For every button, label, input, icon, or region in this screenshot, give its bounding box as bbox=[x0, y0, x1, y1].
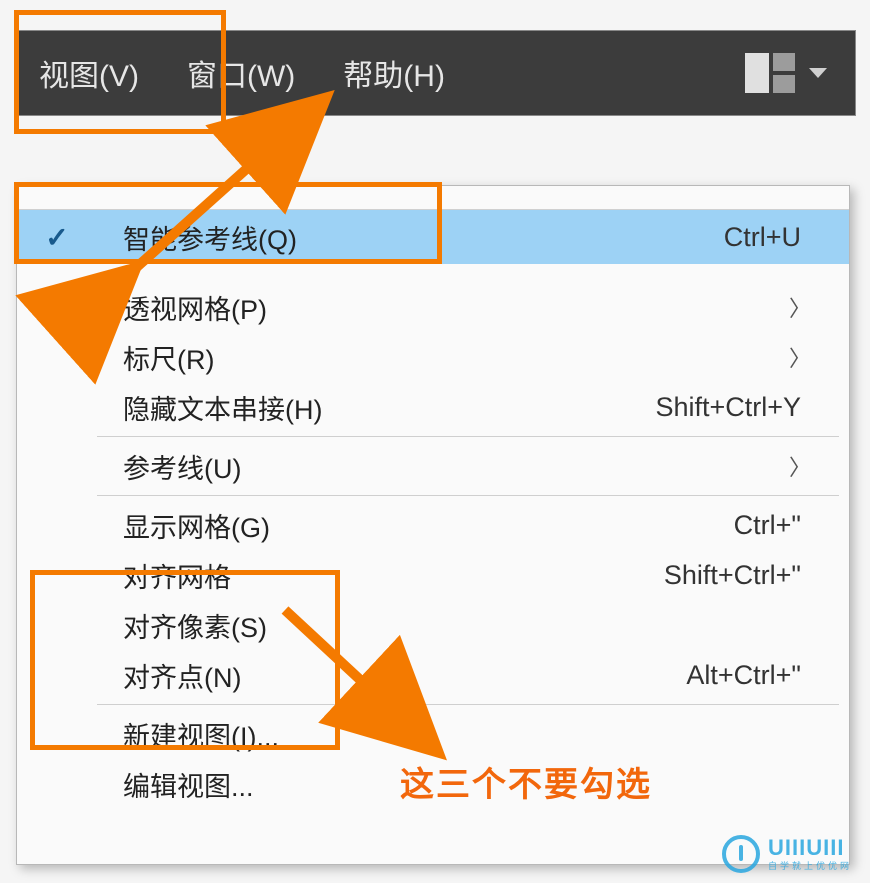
menu-item-snap-to-point[interactable]: 对齐点(N) Alt+Ctrl+" bbox=[17, 650, 849, 700]
check-icon: ✓ bbox=[45, 221, 68, 254]
watermark-text: UIIIUIII bbox=[768, 837, 852, 859]
menu-item-hide-text-threads[interactable]: 隐藏文本串接(H) Shift+Ctrl+Y bbox=[17, 382, 849, 432]
menu-view[interactable]: 视图(V) bbox=[15, 35, 163, 111]
layout-switcher[interactable] bbox=[745, 53, 855, 93]
menu-item-perspective-grid[interactable]: 透视网格(P) 〉 bbox=[17, 282, 849, 332]
submenu-arrow-icon: 〉 bbox=[779, 341, 811, 373]
menu-item-new-view[interactable]: 新建视图(I)... bbox=[17, 709, 849, 759]
submenu-arrow-icon: 〉 bbox=[779, 291, 811, 323]
menu-help[interactable]: 帮助(H) bbox=[319, 35, 469, 111]
menu-item-smart-guides[interactable]: ✓ 智能参考线(Q) Ctrl+U bbox=[17, 210, 849, 264]
layout-icon bbox=[745, 53, 795, 93]
menu-separator bbox=[97, 436, 839, 437]
menubar: 视图(V) 窗口(W) 帮助(H) bbox=[14, 30, 856, 116]
menu-item-snap-to-grid[interactable]: 对齐网格 Shift+Ctrl+" bbox=[17, 550, 849, 600]
watermark-logo-icon bbox=[722, 835, 760, 873]
menu-separator bbox=[97, 495, 839, 496]
chevron-down-icon bbox=[809, 68, 827, 78]
submenu-arrow-icon: 〉 bbox=[779, 450, 811, 482]
annotation-text: 这三个不要勾选 bbox=[400, 757, 652, 806]
watermark-subtext: 自学就上优优网 bbox=[768, 862, 852, 871]
watermark: UIIIUIII 自学就上优优网 bbox=[722, 835, 852, 873]
menu-item-guides[interactable]: 参考线(U) 〉 bbox=[17, 441, 849, 491]
menu-window[interactable]: 窗口(W) bbox=[163, 35, 319, 111]
menu-separator bbox=[97, 704, 839, 705]
menu-item-snap-to-pixel[interactable]: 对齐像素(S) bbox=[17, 600, 849, 650]
menu-item-show-grid[interactable]: 显示网格(G) Ctrl+" bbox=[17, 500, 849, 550]
menu-top-strip bbox=[17, 186, 849, 210]
menu-item-rulers[interactable]: 标尺(R) 〉 bbox=[17, 332, 849, 382]
